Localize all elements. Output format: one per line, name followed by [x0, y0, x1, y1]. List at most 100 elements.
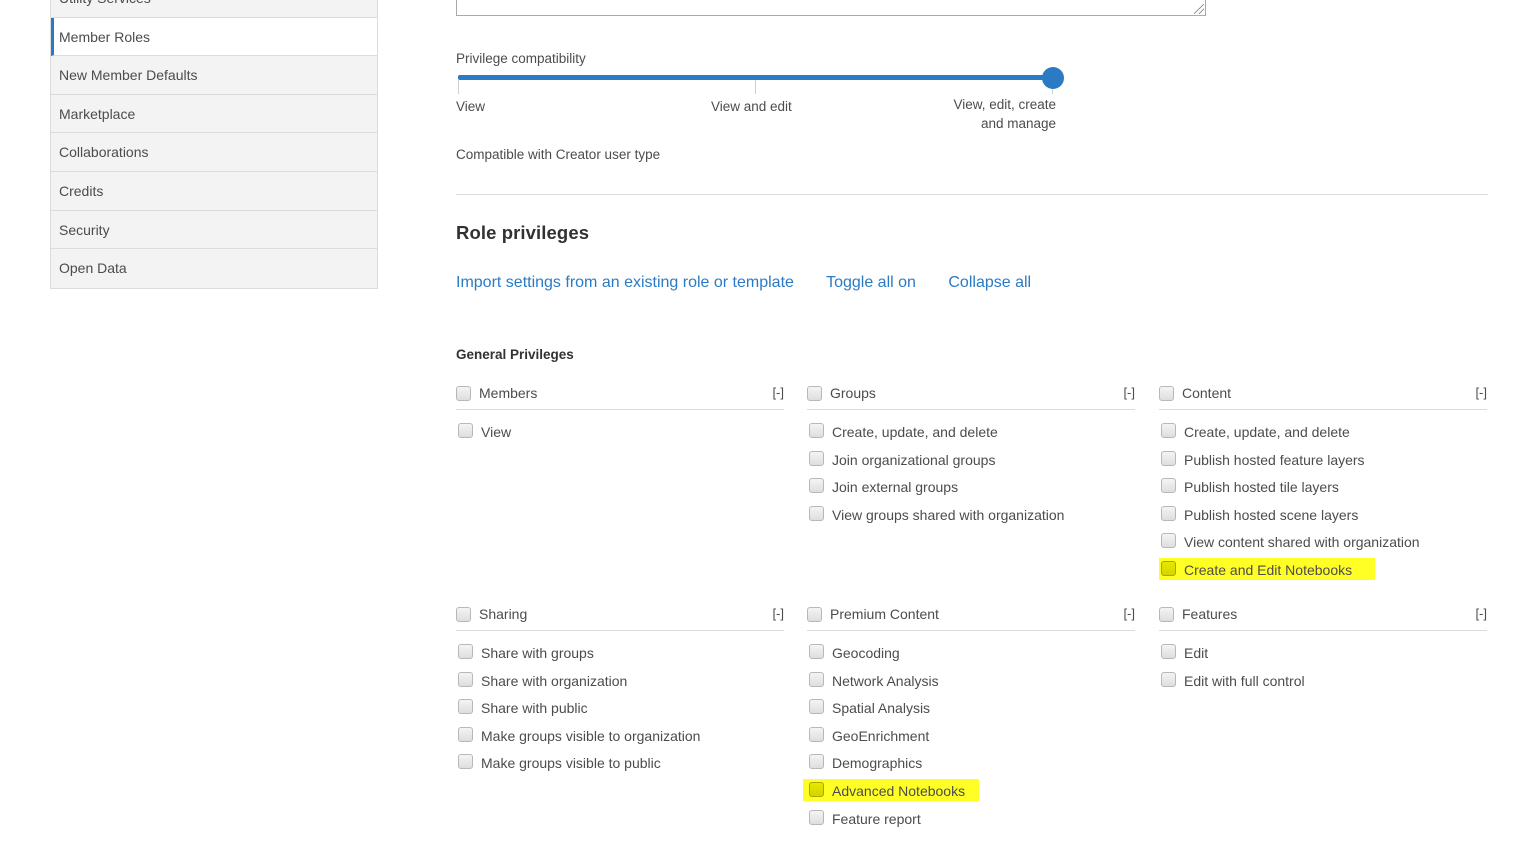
item-checkbox[interactable]: [1161, 644, 1176, 659]
item-checkbox[interactable]: [809, 699, 824, 715]
privilege-item[interactable]: Share with groups: [456, 644, 784, 672]
item-label: Feature report: [832, 810, 921, 827]
item-label: Create, update, and delete: [832, 424, 998, 440]
privilege-item[interactable]: Publish hosted scene layers: [1159, 505, 1487, 534]
item-checkbox[interactable]: [458, 644, 473, 659]
privilege-item[interactable]: View content shared with organization: [1159, 533, 1487, 561]
item-checkbox[interactable]: [809, 423, 824, 438]
privilege-item[interactable]: Join organizational groups: [807, 450, 1135, 479]
item-checkbox[interactable]: [1161, 423, 1176, 438]
item-label: Publish hosted tile layers: [1184, 479, 1339, 496]
group-collapse-toggle[interactable]: [-]: [1123, 606, 1135, 621]
privilege-item[interactable]: Share with public: [456, 699, 784, 727]
group-checkbox[interactable]: [456, 386, 471, 401]
item-label: GeoEnrichment: [832, 727, 930, 744]
item-label: View: [481, 424, 512, 440]
privilege-item[interactable]: Publish hosted tile layers: [1159, 478, 1487, 506]
sidebar-item-marketplace[interactable]: Marketplace: [51, 95, 377, 134]
item-checkbox[interactable]: [458, 671, 473, 687]
privilege-item[interactable]: View groups shared with organization: [807, 505, 1135, 534]
item-checkbox[interactable]: [809, 644, 824, 659]
group-collapse-toggle[interactable]: [-]: [772, 606, 784, 621]
privilege-item[interactable]: Publish hosted feature layers: [1159, 450, 1487, 479]
group-collapse-toggle[interactable]: [-]: [1123, 385, 1135, 400]
item-checkbox[interactable]: [809, 505, 824, 521]
sidebar-item-collaborations[interactable]: Collaborations: [51, 133, 377, 172]
section-divider: [456, 194, 1488, 195]
group-checkbox[interactable]: [807, 386, 822, 401]
privilege-item[interactable]: Feature report: [807, 809, 1135, 838]
item-label: Publish hosted feature layers: [1184, 451, 1365, 468]
item-checkbox[interactable]: [458, 754, 473, 770]
item-checkbox[interactable]: [1161, 505, 1176, 521]
item-checkbox[interactable]: [458, 423, 473, 438]
collapse-all-link[interactable]: Collapse all: [948, 274, 1031, 291]
group-header: Sharing [-]: [456, 597, 784, 631]
item-checkbox[interactable]: [809, 726, 824, 742]
item-checkbox[interactable]: [1161, 478, 1176, 494]
group-collapse-toggle[interactable]: [-]: [1475, 606, 1487, 621]
privilege-group-content: Content [-] Create, update, and delete P…: [1159, 376, 1487, 589]
item-checkbox[interactable]: [809, 754, 824, 770]
toggle-all-on-link[interactable]: Toggle all on: [826, 274, 916, 291]
level-label-manage-line2: and manage: [980, 116, 1056, 131]
privilege-item[interactable]: Create, update, and delete: [1159, 423, 1487, 451]
privilege-item[interactable]: Edit: [1159, 644, 1487, 672]
privilege-item-highlighted[interactable]: Create and Edit Notebooks: [1159, 557, 1487, 589]
privilege-group-members: Members [-] View: [456, 376, 784, 451]
privilege-item[interactable]: Edit with full control: [1159, 671, 1487, 700]
privilege-item[interactable]: Make groups visible to organization: [456, 726, 784, 755]
privilege-group-sharing: Sharing [-] Share with groups Share with…: [456, 597, 784, 782]
item-checkbox[interactable]: [1161, 671, 1176, 687]
item-label: Advanced Notebooks: [832, 782, 966, 799]
group-checkbox[interactable]: [1159, 386, 1174, 401]
item-checkbox[interactable]: [809, 781, 824, 797]
resize-grip-icon[interactable]: [1194, 4, 1204, 14]
item-checkbox[interactable]: [1161, 450, 1176, 466]
group-name: Members: [479, 385, 538, 401]
item-checkbox[interactable]: [1161, 560, 1176, 576]
group-items: Edit Edit with full control: [1159, 631, 1487, 699]
role-privileges-actions: Import settings from an existing role or…: [456, 274, 1059, 292]
item-checkbox[interactable]: [809, 478, 824, 494]
privilege-group-features: Features [-] Edit Edit with full control: [1159, 597, 1487, 699]
sidebar-item-open-data[interactable]: Open Data: [51, 249, 377, 288]
group-checkbox[interactable]: [807, 607, 822, 622]
slider-handle[interactable]: [1042, 67, 1064, 89]
group-checkbox[interactable]: [1159, 607, 1174, 622]
privilege-compatibility-slider[interactable]: [458, 67, 1064, 94]
sidebar-item-member-roles[interactable]: Member Roles: [51, 17, 377, 57]
sidebar-item-new-member-defaults[interactable]: New Member Defaults: [51, 56, 377, 95]
item-checkbox[interactable]: [809, 671, 824, 687]
privilege-item[interactable]: Geocoding: [807, 644, 1135, 672]
privilege-item[interactable]: View: [456, 423, 784, 451]
privilege-item[interactable]: Demographics: [807, 754, 1135, 782]
item-checkbox[interactable]: [809, 450, 824, 466]
privilege-item[interactable]: Create, update, and delete: [807, 423, 1135, 451]
group-collapse-toggle[interactable]: [-]: [772, 385, 784, 400]
privilege-item[interactable]: Spatial Analysis: [807, 699, 1135, 727]
item-label: View content shared with organization: [1184, 534, 1420, 551]
privilege-item[interactable]: GeoEnrichment: [807, 726, 1135, 755]
import-settings-link[interactable]: Import settings from an existing role or…: [456, 274, 794, 291]
group-checkbox[interactable]: [456, 607, 471, 622]
privilege-item-highlighted[interactable]: Advanced Notebooks: [803, 778, 1135, 810]
sidebar-item-security[interactable]: Security: [51, 211, 377, 250]
item-checkbox[interactable]: [458, 699, 473, 715]
item-label: Join organizational groups: [832, 451, 996, 468]
privilege-item[interactable]: Make groups visible to public: [456, 754, 784, 782]
item-checkbox[interactable]: [458, 726, 473, 742]
group-collapse-toggle[interactable]: [-]: [1475, 385, 1487, 400]
group-name: Sharing: [479, 606, 528, 622]
privilege-item[interactable]: Network Analysis: [807, 671, 1135, 700]
item-checkbox[interactable]: [1161, 533, 1176, 549]
item-checkbox[interactable]: [809, 809, 824, 825]
description-textarea[interactable]: [456, 0, 1206, 16]
item-label: Share with public: [481, 700, 588, 717]
privilege-item[interactable]: Join external groups: [807, 478, 1135, 506]
sidebar-item-utility-services[interactable]: Utility Services: [51, 0, 377, 18]
sidebar-item-credits[interactable]: Credits: [51, 172, 377, 211]
privilege-item[interactable]: Share with organization: [456, 671, 784, 700]
slider-tick-view-edit: [755, 80, 756, 94]
group-header: Premium Content [-]: [807, 597, 1135, 631]
